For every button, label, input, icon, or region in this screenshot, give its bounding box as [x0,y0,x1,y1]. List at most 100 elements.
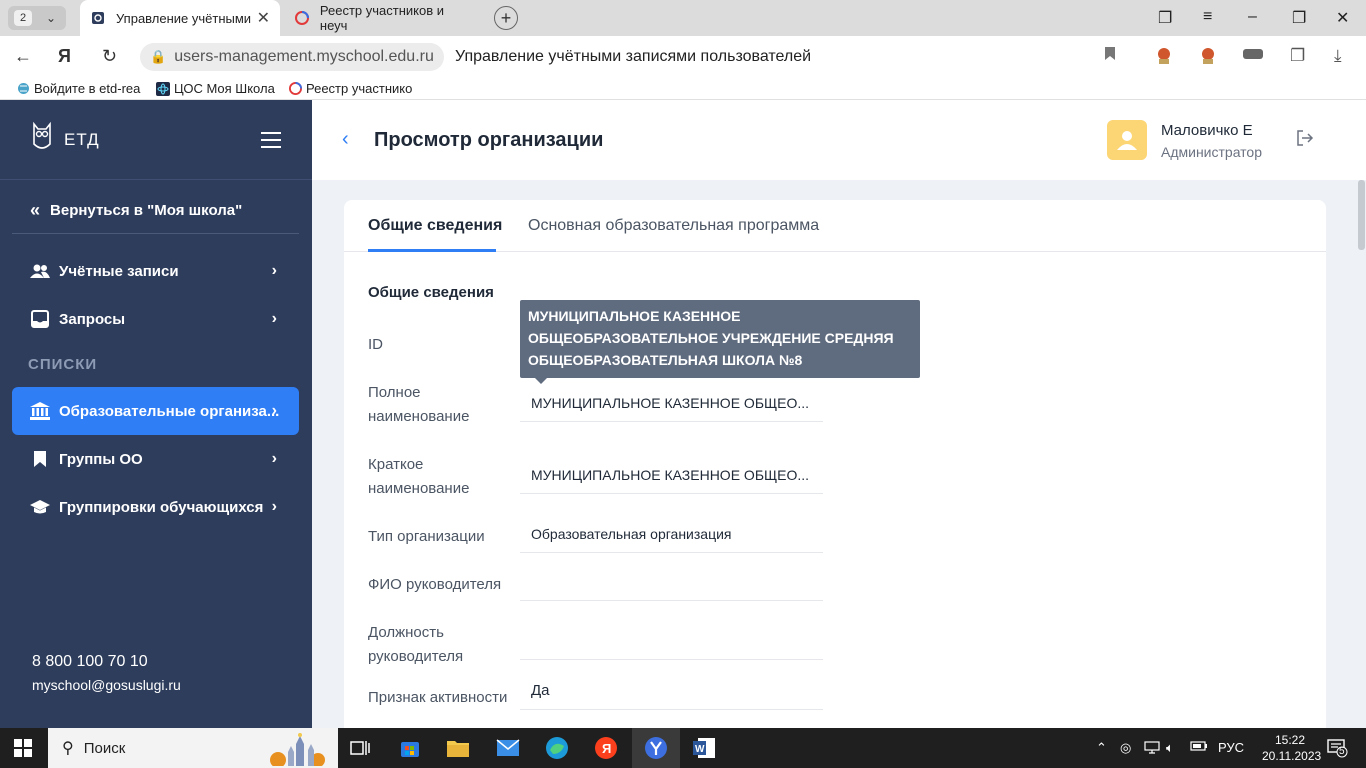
logo-text: ЕТД [64,129,100,149]
back-arrow-icon[interactable]: ← [14,46,32,67]
chevron-right-icon: › [271,450,277,467]
field-label-org-type: Тип организации [368,528,485,545]
url-text: users-management.myschool.edu.ru [174,48,434,65]
user-icon [1117,131,1137,150]
url-field[interactable]: 🔒 users-management.myschool.edu.ru [140,43,444,71]
yandex-icon[interactable]: Я [58,46,71,67]
clock[interactable]: 15:22 20.11.2023 [1262,732,1322,764]
content-tabs: Общие сведения Основная образовательная … [344,200,1326,252]
tab-count: 2 [14,10,32,26]
chevron-down-icon: ⌄ [46,11,57,25]
chevron-up-icon[interactable]: ⌃ [1096,740,1107,756]
field-value-director-name [520,563,823,601]
store-icon[interactable] [396,734,424,762]
back-to-myschool-link[interactable]: « Вернуться в "Моя школа" [30,200,242,221]
edge-icon[interactable] [543,734,571,762]
volume-icon[interactable]: 🔈︎ [1166,740,1174,756]
notifications-icon[interactable]: 5 [1326,738,1350,758]
battery-icon[interactable] [1190,740,1208,755]
chevron-right-icon: › [271,310,277,327]
sidebar-item-label: Запросы [59,310,126,328]
bookmark-icon [30,450,50,468]
sidebar-item-label: Группы ОО [59,450,143,468]
field-value-full-name[interactable]: МУНИЦИПАЛЬНОЕ КАЗЕННОЕ ОБЩЕО... [520,384,823,422]
chevron-right-icon: › [271,262,277,279]
bookmark-item[interactable]: Реестр участнико [288,81,412,96]
yandex-app-icon[interactable] [642,734,670,762]
support-phone[interactable]: 8 800 100 70 10 [32,653,148,671]
taskbar-search[interactable]: ⚲ Поиск [48,728,338,768]
collections-icon[interactable]: ❐ [1158,8,1172,28]
logout-icon[interactable] [1296,130,1314,151]
mail-icon[interactable] [494,734,522,762]
organization-card: Общие сведения Основная образовательная … [344,200,1326,740]
browser-tab-bar: 2 ⌄ Управление учётными ✕ Реестр участни… [0,0,1366,36]
menu-icon[interactable]: ≡ [1203,8,1212,26]
chevron-right-icon: › [271,498,277,515]
scrollbar-thumb[interactable] [1358,180,1365,250]
field-label-director-position: Должность руководителя [368,624,464,665]
field-label-id: ID [368,336,383,353]
sidebar-item-label: Учётные записи [59,262,179,280]
network-icon[interactable] [1144,740,1160,757]
field-label-active-flag: Признак активности [368,689,508,706]
bookmark-label: Войдите в etd-rea [34,81,141,96]
lock-icon: 🔒 [150,49,167,64]
collections-icon[interactable]: ❐ [1290,46,1305,66]
file-explorer-icon[interactable] [444,734,472,762]
bookmark-item[interactable]: Войдите в etd-rea [16,81,140,96]
page-title-bar: Управление учётными записями пользовател… [455,48,812,65]
field-value-active-flag: Да [520,672,823,710]
support-email[interactable]: myschool@gosuslugi.ru [32,677,181,693]
scrollbar[interactable] [1357,180,1366,728]
logo[interactable]: ЕТД [30,120,100,159]
user-name: Маловичко Е [1161,122,1253,139]
close-tab-icon[interactable]: ✕ [257,8,270,28]
back-icon[interactable]: ‹ [342,128,349,151]
new-tab-button[interactable]: + [494,6,518,30]
language-indicator[interactable]: РУС [1218,740,1244,755]
etd-favicon-icon [90,10,106,26]
divider [12,233,299,234]
task-view-icon[interactable] [346,734,374,762]
notification-count: 5 [1339,746,1345,757]
word-icon[interactable]: W [690,734,718,762]
restore-icon[interactable]: ❐ [1292,8,1306,28]
browser-tab-active[interactable]: Управление учётными ✕ [80,0,280,36]
tooltip-arrow [535,378,547,384]
extension-icon[interactable] [1154,46,1174,71]
sidebar-item-organizations[interactable]: Образовательные организа... › [12,387,299,435]
reload-icon[interactable]: ↻ [102,46,117,67]
extension-icon[interactable] [1242,46,1264,66]
bookmark-label: Реестр участнико [306,81,413,96]
minimize-icon[interactable]: – [1248,8,1257,26]
menu-toggle-icon[interactable] [261,132,281,153]
sidebar-item-label: Группировки обучающихся [59,498,264,516]
yandex-browser-icon[interactable]: Я [592,734,620,762]
tab-general-info[interactable]: Общие сведения [368,217,502,235]
tab-education-program[interactable]: Основная образовательная программа [528,217,819,235]
page-title: Просмотр организации [374,129,604,151]
close-window-icon[interactable]: ✕ [1336,8,1349,28]
clock-time: 15:22 [1274,733,1306,747]
sidebar-item-student-groupings[interactable]: Группировки обучающихся › [12,483,299,531]
avatar[interactable] [1107,120,1147,160]
sidebar-item-groups[interactable]: Группы ОО › [12,435,299,483]
windows-start-icon[interactable] [14,739,32,757]
browser-tab[interactable]: Реестр участников и неуч [284,0,484,36]
sidebar-item-accounts[interactable]: Учётные записи › [12,247,299,295]
sidebar-item-requests[interactable]: Запросы › [12,295,299,343]
clock-date: 20.11.2023 [1262,749,1322,763]
bookmark-page-icon[interactable] [1104,46,1116,66]
download-icon[interactable]: ⤓ [1334,46,1342,66]
field-value-short-name[interactable]: МУНИЦИПАЛЬНОЕ КАЗЕННОЕ ОБЩЕО... [520,456,823,494]
users-icon [30,263,50,279]
registry-icon [288,82,302,96]
field-label-short-name: Краткое наименование [368,456,470,497]
tab-counter[interactable]: 2 ⌄ [8,6,66,30]
camera-icon[interactable]: ◎ [1120,740,1131,756]
bookmark-item[interactable]: ЦОС Моя Школа [156,81,275,96]
address-bar: ← Я ↻ 🔒 users-management.myschool.edu.ru… [0,36,1366,78]
chevron-right-icon: › [271,402,277,419]
extension-icon[interactable] [1198,46,1218,71]
